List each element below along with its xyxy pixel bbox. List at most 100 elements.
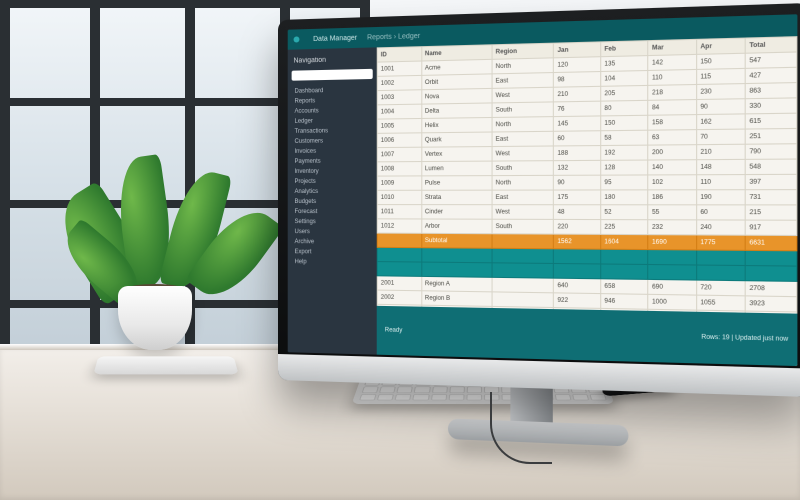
cell[interactable]: 1010 xyxy=(377,190,421,204)
table-row[interactable]: 1009PulseNorth9095102110397 xyxy=(377,174,797,190)
cell[interactable] xyxy=(601,264,649,279)
cell[interactable] xyxy=(601,249,649,264)
cell[interactable]: 150 xyxy=(601,115,649,130)
cell[interactable]: South xyxy=(492,219,554,234)
cell[interactable]: East xyxy=(492,190,554,205)
cell[interactable]: 98 xyxy=(554,72,601,88)
sidebar-item-users[interactable]: Users xyxy=(292,227,373,238)
cell[interactable]: 162 xyxy=(696,114,745,130)
cell[interactable] xyxy=(421,248,492,263)
cell[interactable] xyxy=(377,233,421,248)
cell[interactable]: 1001 xyxy=(377,61,421,76)
table-row[interactable]: 1010StrataEast175180186190731 xyxy=(377,190,797,205)
cell[interactable]: 1006 xyxy=(377,133,421,148)
column-header[interactable]: Total xyxy=(746,37,797,54)
cell[interactable]: 192 xyxy=(601,145,649,160)
cell[interactable]: 55 xyxy=(648,205,696,220)
data-grid[interactable]: IDNameRegionJanFebMarAprTotal1001AcmeNor… xyxy=(377,36,798,313)
cell[interactable]: 2708 xyxy=(746,281,797,297)
cell[interactable]: 128 xyxy=(601,160,649,175)
cell[interactable]: Delta xyxy=(421,103,492,119)
cell[interactable]: 52 xyxy=(601,205,649,220)
cell[interactable]: Pulse xyxy=(421,176,492,191)
sidebar-item-analytics[interactable]: Analytics xyxy=(292,187,373,197)
cell[interactable]: North xyxy=(492,58,554,74)
cell[interactable]: 240 xyxy=(696,220,745,235)
column-header[interactable]: ID xyxy=(377,47,421,62)
cell[interactable]: 132 xyxy=(554,160,601,175)
cell[interactable]: 225 xyxy=(601,220,649,235)
cell[interactable]: Subtotal xyxy=(421,233,492,248)
cell[interactable]: 80 xyxy=(601,100,649,116)
cell[interactable]: Arbor xyxy=(421,219,492,234)
cell[interactable]: Vertex xyxy=(421,147,492,162)
cell[interactable]: 120 xyxy=(554,57,601,73)
cell[interactable]: Cinder xyxy=(421,205,492,220)
cell[interactable]: 110 xyxy=(648,69,696,85)
cell[interactable]: North xyxy=(492,117,554,132)
cell[interactable]: 1008 xyxy=(377,162,421,177)
cell[interactable]: 922 xyxy=(554,293,601,309)
cell[interactable]: 58 xyxy=(601,130,649,145)
cell[interactable]: 1007 xyxy=(377,147,421,162)
sidebar-item-invoices[interactable]: Invoices xyxy=(292,146,373,157)
cell[interactable]: 110 xyxy=(696,175,745,190)
cell[interactable] xyxy=(746,266,797,282)
cell[interactable]: 1000 xyxy=(648,294,696,310)
cell[interactable]: 232 xyxy=(648,220,696,235)
cell[interactable] xyxy=(492,292,554,308)
column-header[interactable]: Mar xyxy=(648,39,696,55)
cell[interactable]: 145 xyxy=(554,116,601,131)
cell[interactable]: 6631 xyxy=(746,235,797,251)
sidebar-item-payments[interactable]: Payments xyxy=(292,156,373,167)
cell[interactable]: 1012 xyxy=(377,219,421,234)
cell[interactable] xyxy=(696,250,745,266)
cell[interactable]: 1004 xyxy=(377,104,421,119)
cell[interactable] xyxy=(492,248,554,263)
cell[interactable]: 547 xyxy=(746,52,797,68)
cell[interactable]: North xyxy=(492,175,554,190)
search-input[interactable] xyxy=(292,69,373,81)
sidebar-item-help[interactable]: Help xyxy=(292,257,373,268)
cell[interactable]: 397 xyxy=(746,174,797,189)
cell[interactable]: Orbit xyxy=(421,74,492,90)
cell[interactable]: 1775 xyxy=(696,235,745,250)
cell[interactable]: 720 xyxy=(696,280,745,296)
column-header[interactable]: Jan xyxy=(554,42,601,58)
cell[interactable]: 1002 xyxy=(377,75,421,90)
cell[interactable]: 218 xyxy=(648,84,696,100)
cell[interactable]: 60 xyxy=(554,131,601,146)
cell[interactable] xyxy=(492,263,554,278)
cell[interactable]: East xyxy=(492,73,554,89)
cell[interactable]: 946 xyxy=(601,294,649,310)
cell[interactable]: 690 xyxy=(648,279,696,295)
cell[interactable]: 1562 xyxy=(554,234,601,249)
cell[interactable]: 215 xyxy=(746,205,797,220)
cell[interactable]: 148 xyxy=(696,159,745,174)
cell[interactable]: 135 xyxy=(601,56,649,72)
cell[interactable]: 180 xyxy=(601,190,649,205)
cell[interactable]: 640 xyxy=(554,278,601,293)
cell[interactable]: 76 xyxy=(554,101,601,116)
cell[interactable]: 175 xyxy=(554,190,601,205)
cell[interactable]: Acme xyxy=(421,59,492,75)
sidebar-item-budgets[interactable]: Budgets xyxy=(292,197,373,207)
cell[interactable]: Quark xyxy=(421,132,492,147)
cell[interactable]: 90 xyxy=(554,175,601,190)
cell[interactable] xyxy=(492,234,554,249)
cell[interactable]: 2001 xyxy=(377,276,421,291)
cell[interactable] xyxy=(421,262,492,277)
cell[interactable]: 205 xyxy=(601,85,649,101)
cell[interactable]: 140 xyxy=(648,160,696,175)
cell[interactable]: 102 xyxy=(648,175,696,190)
cell[interactable]: West xyxy=(492,87,554,103)
column-header[interactable]: Apr xyxy=(696,38,745,54)
cell[interactable]: 90 xyxy=(696,99,745,115)
cell[interactable]: 1055 xyxy=(696,295,745,311)
cell[interactable]: 548 xyxy=(746,159,797,175)
cell[interactable]: 863 xyxy=(746,83,797,99)
cell[interactable]: 186 xyxy=(648,190,696,205)
cell[interactable]: 158 xyxy=(648,115,696,131)
cell[interactable] xyxy=(746,250,797,266)
cell[interactable]: West xyxy=(492,146,554,161)
